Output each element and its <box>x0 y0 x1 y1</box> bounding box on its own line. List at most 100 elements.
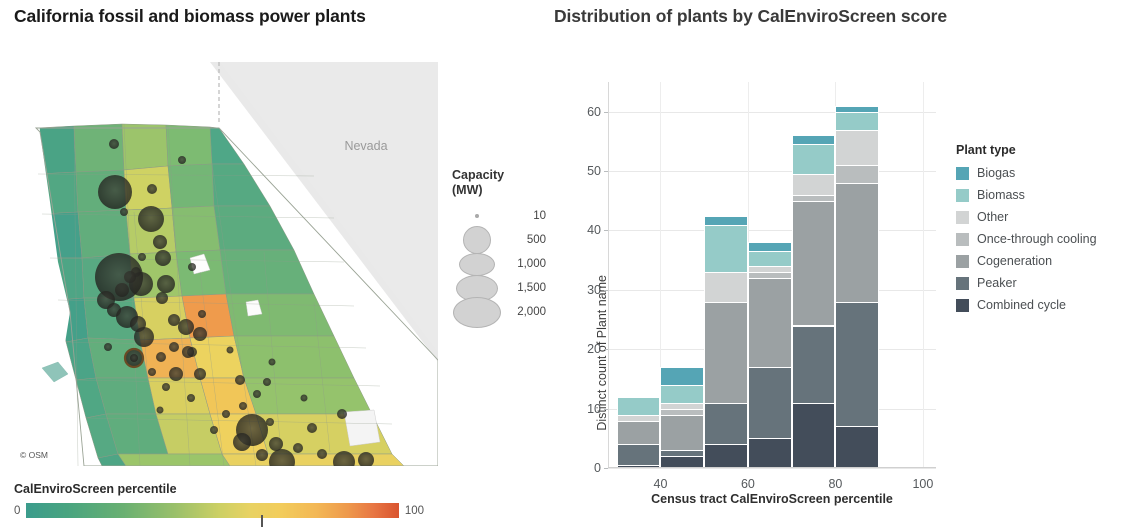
plot-inner <box>608 82 936 469</box>
legend-color-swatch <box>956 276 969 290</box>
y-tick-label: 60 <box>587 104 601 119</box>
calenviroscreen-legend-title: CalEnviroScreen percentile <box>14 482 177 496</box>
legend-item[interactable]: Cogeneration <box>956 250 1116 272</box>
x-axis-line <box>608 467 936 468</box>
bar-segment[interactable] <box>835 426 880 468</box>
capacity-legend-label: 10 <box>533 210 546 222</box>
x-axis-title: Census tract CalEnviroScreen percentile <box>651 492 893 506</box>
bar-segment[interactable] <box>835 165 880 183</box>
ces-max-label: 100 <box>404 504 424 517</box>
stacked-bar[interactable] <box>835 105 880 468</box>
y-gridline <box>608 111 936 113</box>
bar-chart-panel[interactable]: Distinct count of Plant name 0 10 20 30 40 50… <box>556 60 956 510</box>
bar-segment[interactable] <box>704 224 748 273</box>
plant-type-legend-items: Biogas Biomass Other Once-through cooling Co… <box>956 162 1116 316</box>
bar-segment[interactable] <box>660 414 705 451</box>
bar-segment[interactable] <box>616 420 661 445</box>
bar-segment[interactable] <box>747 438 792 468</box>
capacity-bubble-icon <box>453 296 501 328</box>
y-tick-label: 30 <box>587 282 601 297</box>
bar-segment[interactable] <box>747 272 792 278</box>
bar-segment[interactable] <box>660 402 705 409</box>
ces-ramp-tick <box>261 515 263 527</box>
bar-segment[interactable] <box>791 174 836 195</box>
capacity-legend-label: 2,000 <box>517 306 546 318</box>
legend-item-label: Other <box>977 210 1009 224</box>
bar-segment[interactable] <box>747 266 792 273</box>
y-tick-mark <box>604 468 608 469</box>
bar-segment[interactable] <box>791 200 836 326</box>
bar-segment[interactable] <box>835 301 880 427</box>
legend-color-swatch <box>956 188 969 202</box>
capacity-bubble-wrap <box>452 226 502 254</box>
ces-color-ramp[interactable] <box>26 503 399 527</box>
capacity-bubble-wrap <box>452 296 502 328</box>
capacity-legend-label: 1,000 <box>517 258 546 270</box>
bar-segment[interactable] <box>747 242 792 252</box>
stacked-bar[interactable] <box>616 396 661 468</box>
y-gridline <box>608 468 936 469</box>
bar-segment[interactable] <box>704 215 748 225</box>
y-tick-mark <box>604 349 608 351</box>
y-tick-label: 40 <box>587 223 601 238</box>
bar-segment[interactable] <box>704 444 748 468</box>
bar-segment[interactable] <box>835 182 880 302</box>
bar-segment[interactable] <box>791 194 836 201</box>
bar-segment[interactable] <box>660 450 705 457</box>
bar-segment[interactable] <box>791 325 836 403</box>
bar-segment[interactable] <box>791 135 836 145</box>
bar-segment[interactable] <box>791 144 836 175</box>
x-tick-label: 60 <box>740 477 755 491</box>
legend-color-swatch <box>956 232 969 246</box>
legend-item[interactable]: Combined cycle <box>956 294 1116 316</box>
legend-item[interactable]: Peaker <box>956 272 1116 294</box>
legend-item-label: Once-through cooling <box>977 232 1097 246</box>
bar-segment[interactable] <box>616 414 661 421</box>
bar-segment[interactable] <box>660 384 705 403</box>
stacked-bar[interactable] <box>747 242 792 468</box>
y-gridline <box>608 171 936 173</box>
legend-item[interactable]: Biomass <box>956 184 1116 206</box>
y-tick-mark <box>604 408 608 410</box>
legend-item[interactable]: Other <box>956 206 1116 228</box>
plant-type-legend: Plant type Biogas Biomass Other Once-throug… <box>956 143 1116 316</box>
bar-segment[interactable] <box>747 277 792 368</box>
bar-segment[interactable] <box>791 402 836 468</box>
bar-segment[interactable] <box>660 408 705 415</box>
bar-segment[interactable] <box>660 367 705 385</box>
y-tick-label: 20 <box>587 342 601 357</box>
capacity-legend-item: 2,000 <box>452 296 550 328</box>
bar-segment[interactable] <box>747 251 792 267</box>
legend-color-swatch <box>956 254 969 268</box>
stacked-bar[interactable] <box>660 367 705 468</box>
bar-segment[interactable] <box>835 105 880 112</box>
capacity-legend-title-line1: Capacity <box>452 168 505 182</box>
bar-segment[interactable] <box>835 111 880 130</box>
capacity-legend-item: 10 <box>452 204 550 228</box>
stacked-bar[interactable] <box>704 213 748 468</box>
y-tick-mark <box>604 111 608 113</box>
bar-segment[interactable] <box>704 272 748 302</box>
plot-area[interactable]: Distinct count of Plant name 0 10 20 30 40 50… <box>587 82 936 491</box>
stacked-bar[interactable] <box>791 135 836 468</box>
legend-item-label: Peaker <box>977 276 1017 290</box>
legend-item-label: Biogas <box>977 166 1016 180</box>
dashboard: California fossil and biomass power plan… <box>0 0 1122 527</box>
legend-item[interactable]: Once-through cooling <box>956 228 1116 250</box>
y-tick-mark <box>604 230 608 232</box>
bar-segment[interactable] <box>704 301 748 403</box>
bar-segment[interactable] <box>616 396 661 415</box>
capacity-bubble-icon <box>459 252 495 276</box>
bar-segment[interactable] <box>747 367 792 439</box>
legend-item[interactable]: Biogas <box>956 162 1116 184</box>
osm-attribution: © OSM <box>20 450 48 460</box>
x-tick-label: 100 <box>912 477 934 491</box>
bar-segment[interactable] <box>835 129 880 166</box>
bar-segment[interactable] <box>704 402 748 445</box>
calenviroscreen-legend: CalEnviroScreen percentile 0 100 <box>14 482 424 527</box>
y-tick-mark <box>604 289 608 291</box>
california-choropleth-map[interactable]: Nevada <box>14 62 438 466</box>
bar-segment[interactable] <box>616 444 661 466</box>
y-tick-label: 50 <box>587 164 601 179</box>
map-panel[interactable]: Nevada © OSM <box>14 62 438 466</box>
